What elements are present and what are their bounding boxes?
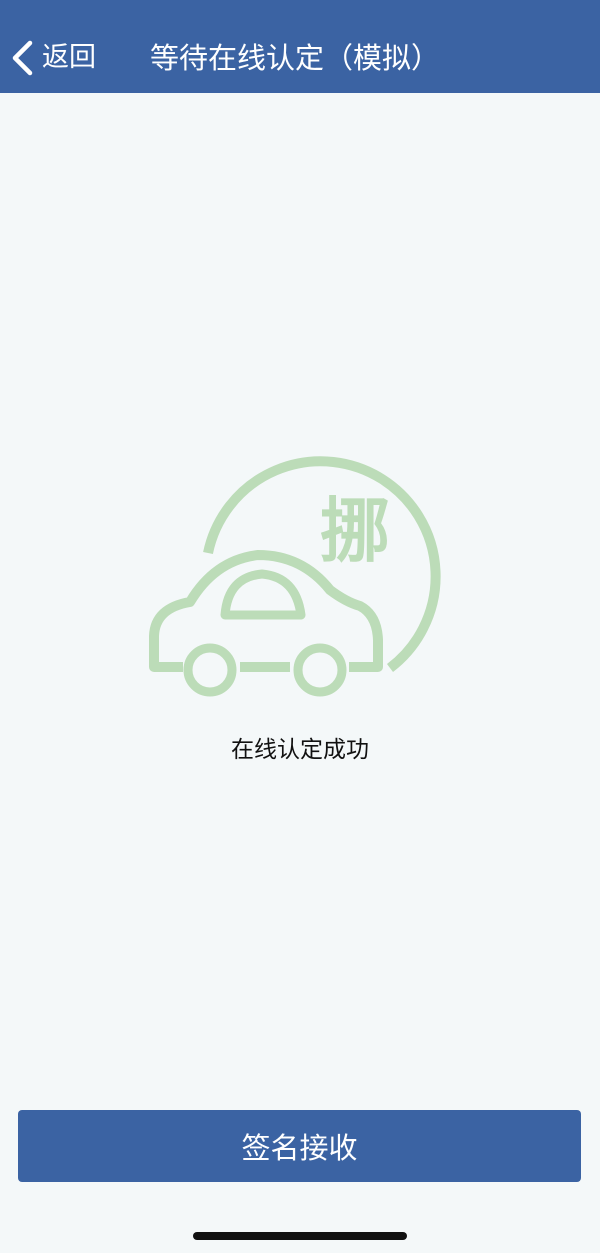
home-indicator [193,1232,407,1240]
navigation-bar: 返回 等待在线认定（模拟） [0,0,600,93]
car-window-icon [220,569,306,620]
badge-char: 挪 [320,490,390,572]
car-wheel-left-icon [183,643,237,697]
sign-receive-button[interactable]: 签名接收 [18,1110,581,1182]
car-move-illustration: 挪 [149,456,441,697]
back-button[interactable]: 返回 [10,34,96,82]
page-title: 等待在线认定（模拟） [150,41,441,75]
car-wheel-right-icon [293,643,347,697]
status-message: 在线认定成功 [231,737,369,763]
back-label: 返回 [42,42,96,73]
chevron-left-icon [12,40,33,76]
